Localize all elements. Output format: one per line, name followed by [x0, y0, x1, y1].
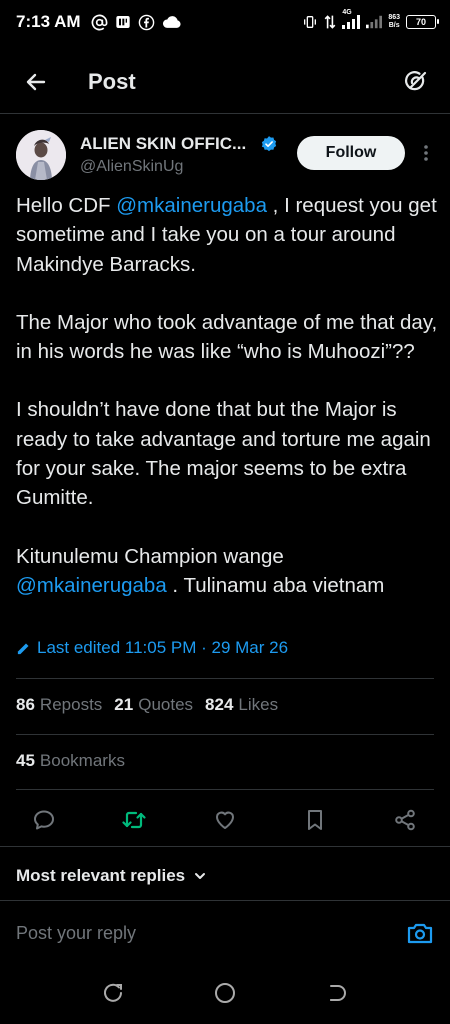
mention-link[interactable]: @mkainerugaba: [116, 194, 267, 217]
battery-level: 70: [415, 17, 426, 27]
pencil-icon: [17, 643, 29, 654]
reply-composer: [0, 900, 450, 962]
camera-button[interactable]: [406, 921, 434, 945]
data-transfer-icon: [324, 15, 336, 29]
share-button[interactable]: [391, 806, 419, 834]
post-header: Post: [0, 56, 450, 108]
divider: [0, 846, 450, 847]
header-divider: [0, 113, 450, 114]
like-button[interactable]: [211, 806, 239, 834]
post-text: Hello CDF @mkainerugaba , I request you …: [16, 191, 440, 600]
home-circle-icon: [215, 983, 235, 1003]
bookmark-icon: [308, 810, 322, 830]
repost-icon: [122, 811, 146, 829]
page-title: Post: [88, 69, 136, 94]
quotes-stat[interactable]: 21 Quotes: [114, 695, 193, 715]
edit-history-link[interactable]: Last edited 11:05 PM · 29 Mar 26: [16, 638, 288, 658]
system-navigation-bar: [0, 962, 450, 1024]
reposts-stat[interactable]: 86 Reposts: [16, 695, 102, 715]
home-button[interactable]: [212, 980, 238, 1006]
post-paragraph-1: Hello CDF @mkainerugaba , I request you …: [16, 194, 437, 276]
signal-bars-secondary-icon: [366, 15, 383, 29]
network-speed: 863 B/s: [388, 14, 400, 29]
signal-bars-icon: [342, 15, 361, 29]
recent-apps-icon: [104, 983, 122, 1002]
reply-input[interactable]: [16, 923, 376, 944]
verified-badge-icon: [261, 136, 277, 152]
edited-label: Last edited 11:05 PM · 29 Mar 26: [37, 638, 289, 657]
reply-button[interactable]: [30, 806, 58, 834]
divider: [16, 734, 434, 735]
repost-button[interactable]: [120, 806, 148, 834]
avatar[interactable]: [16, 130, 66, 180]
back-nav-icon: [330, 985, 346, 1001]
post-actions-bar: [0, 802, 450, 836]
more-options-button[interactable]: [416, 140, 436, 166]
post-paragraph-4: Kitunulemu Champion wange @mkainerugaba …: [16, 544, 385, 597]
post-paragraph-3: I shouldn’t have done that but the Major…: [16, 398, 431, 510]
recent-apps-button[interactable]: [100, 980, 126, 1006]
likes-stat[interactable]: 824 Likes: [205, 695, 278, 715]
mention-link[interactable]: @mkainerugaba: [16, 574, 167, 597]
signal-4g: 4G: [342, 9, 361, 29]
chevron-down-icon: [195, 873, 206, 879]
replies-sort-label: Most relevant replies: [16, 866, 186, 885]
status-bar: 7:13 AM 4G 863 B/s 70: [0, 0, 450, 44]
replies-sort-dropdown[interactable]: Most relevant replies: [16, 866, 207, 886]
facebook-icon: [138, 14, 154, 30]
engagement-stats: 86 Reposts 21 Quotes 824 Likes: [16, 695, 278, 715]
network-type: 4G: [342, 9, 352, 16]
app-notification-icon: [115, 16, 130, 28]
battery-indicator: 70: [406, 15, 439, 29]
back-button[interactable]: [16, 62, 56, 102]
author-name[interactable]: ALIEN SKIN OFFIC...: [80, 134, 246, 154]
grok-button[interactable]: [398, 64, 434, 100]
status-right: 4G 863 B/s 70: [302, 9, 439, 30]
notification-icons: [91, 14, 182, 31]
at-sign-icon: [91, 14, 107, 30]
reply-icon: [34, 810, 54, 830]
status-time: 7:13 AM: [16, 12, 81, 31]
author-handle[interactable]: @AlienSkinUg: [80, 158, 183, 176]
post-author: ALIEN SKIN OFFIC... @AlienSkinUg Follow: [0, 126, 450, 186]
back-nav-button[interactable]: [324, 980, 350, 1006]
vibrate-icon: [304, 16, 317, 28]
like-icon: [216, 811, 234, 829]
grok-icon: [405, 71, 427, 91]
more-vertical-icon: [424, 145, 428, 161]
divider: [16, 678, 434, 679]
post-paragraph-2: The Major who took advantage of me that …: [16, 310, 438, 364]
camera-icon: [407, 923, 433, 944]
bookmark-button[interactable]: [301, 806, 329, 834]
cloud-icon: [162, 16, 181, 28]
arrow-left-icon: [26, 73, 46, 91]
avatar-image: [16, 130, 66, 180]
follow-button[interactable]: Follow: [297, 136, 405, 170]
share-icon: [395, 809, 415, 831]
divider: [16, 789, 434, 790]
bookmarks-stat[interactable]: 45 Bookmarks: [16, 751, 125, 771]
